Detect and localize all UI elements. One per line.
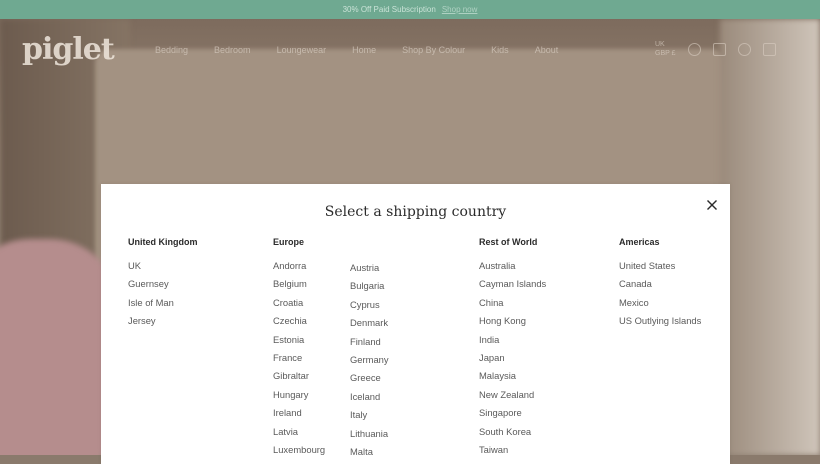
country-link[interactable]: Lithuania xyxy=(350,425,389,443)
region-rest-of-world: Rest of World Australia Cayman Islands C… xyxy=(479,237,546,459)
account-icon[interactable] xyxy=(737,42,751,56)
country-link[interactable]: Finland xyxy=(350,333,389,351)
region-europe: Europe Andorra Belgium Croatia Czechia E… xyxy=(273,237,325,459)
country-link[interactable]: Japan xyxy=(479,349,546,367)
country-link[interactable]: Guernsey xyxy=(128,275,198,293)
country-link[interactable]: Austria xyxy=(350,259,389,277)
region-americas: Americas United States Canada Mexico US … xyxy=(619,237,701,331)
country-link[interactable]: Taiwan xyxy=(479,441,546,459)
announcement-link[interactable]: Shop now xyxy=(442,5,478,14)
country-link[interactable]: India xyxy=(479,331,546,349)
chat-icon[interactable] xyxy=(712,42,726,56)
country-link[interactable]: South Korea xyxy=(479,423,546,441)
country-link[interactable]: Italy xyxy=(350,406,389,424)
country-link[interactable]: Estonia xyxy=(273,331,325,349)
country-link[interactable]: Cayman Islands xyxy=(479,275,546,293)
nav-link-loungewear[interactable]: Loungewear xyxy=(277,45,327,55)
currency-selector[interactable]: UK GBP £ xyxy=(655,40,676,58)
region-heading: Americas xyxy=(619,237,660,247)
country-link[interactable]: Cyprus xyxy=(350,296,389,314)
country-link[interactable]: Germany xyxy=(350,351,389,369)
country-link[interactable]: Bulgaria xyxy=(350,277,389,295)
nav-link-bedding[interactable]: Bedding xyxy=(155,45,188,55)
region-label: UK xyxy=(655,41,665,48)
country-link[interactable]: Isle of Man xyxy=(128,294,198,312)
country-link[interactable]: United States xyxy=(619,257,701,275)
brand-logo[interactable]: piglet xyxy=(22,32,115,67)
country-link[interactable]: New Zealand xyxy=(479,386,546,404)
country-link[interactable]: China xyxy=(479,294,546,312)
country-link[interactable]: Latvia xyxy=(273,423,325,441)
country-link[interactable]: Jersey xyxy=(128,312,198,330)
country-link[interactable]: Australia xyxy=(479,257,546,275)
country-link[interactable]: Luxembourg xyxy=(273,441,325,459)
region-heading: Europe xyxy=(273,237,305,247)
basket-icon[interactable] xyxy=(762,42,776,56)
nav-link-about[interactable]: About xyxy=(535,45,559,55)
close-icon[interactable] xyxy=(705,198,719,212)
country-link[interactable]: Iceland xyxy=(350,388,389,406)
shipping-country-modal: Select a shipping country United Kingdom… xyxy=(101,184,730,464)
country-link[interactable]: US Outlying Islands xyxy=(619,312,701,330)
nav-link-home[interactable]: Home xyxy=(352,45,376,55)
modal-title: Select a shipping country xyxy=(324,204,507,220)
announcement-bar: 30% Off Paid Subscription Shop now xyxy=(0,0,820,19)
country-link[interactable]: Hungary xyxy=(273,386,325,404)
country-link[interactable]: Singapore xyxy=(479,404,546,422)
search-icon[interactable] xyxy=(687,42,701,56)
country-link[interactable]: Malta xyxy=(350,443,389,461)
nav-link-bedroom[interactable]: Bedroom xyxy=(214,45,251,55)
country-link[interactable]: Ireland xyxy=(273,404,325,422)
nav-link-kids[interactable]: Kids xyxy=(491,45,509,55)
country-link[interactable]: Gibraltar xyxy=(273,367,325,385)
region-heading: Rest of World xyxy=(479,237,538,247)
nav-utilities: UK GBP £ xyxy=(655,40,776,58)
region-europe-column-2: Austria Bulgaria Cyprus Denmark Finland … xyxy=(350,259,389,461)
country-link[interactable]: Czechia xyxy=(273,312,325,330)
country-link[interactable]: Denmark xyxy=(350,314,389,332)
country-link[interactable]: Andorra xyxy=(273,257,325,275)
region-united-kingdom: United Kingdom UK Guernsey Isle of Man J… xyxy=(128,237,198,331)
currency-label: GBP £ xyxy=(655,50,676,57)
hero-right-shade xyxy=(720,19,820,455)
region-heading: United Kingdom xyxy=(128,237,198,247)
main-nav: Bedding Bedroom Loungewear Home Shop By … xyxy=(155,45,558,55)
country-link[interactable]: Malaysia xyxy=(479,367,546,385)
country-link[interactable]: Mexico xyxy=(619,294,701,312)
country-link[interactable]: UK xyxy=(128,257,198,275)
announcement-text: 30% Off Paid Subscription xyxy=(342,5,436,14)
country-link[interactable]: Belgium xyxy=(273,275,325,293)
country-link[interactable]: Greece xyxy=(350,369,389,387)
country-link[interactable]: Canada xyxy=(619,275,701,293)
country-link[interactable]: Croatia xyxy=(273,294,325,312)
country-link[interactable]: France xyxy=(273,349,325,367)
nav-link-shop-by-colour[interactable]: Shop By Colour xyxy=(402,45,465,55)
country-link[interactable]: Hong Kong xyxy=(479,312,546,330)
